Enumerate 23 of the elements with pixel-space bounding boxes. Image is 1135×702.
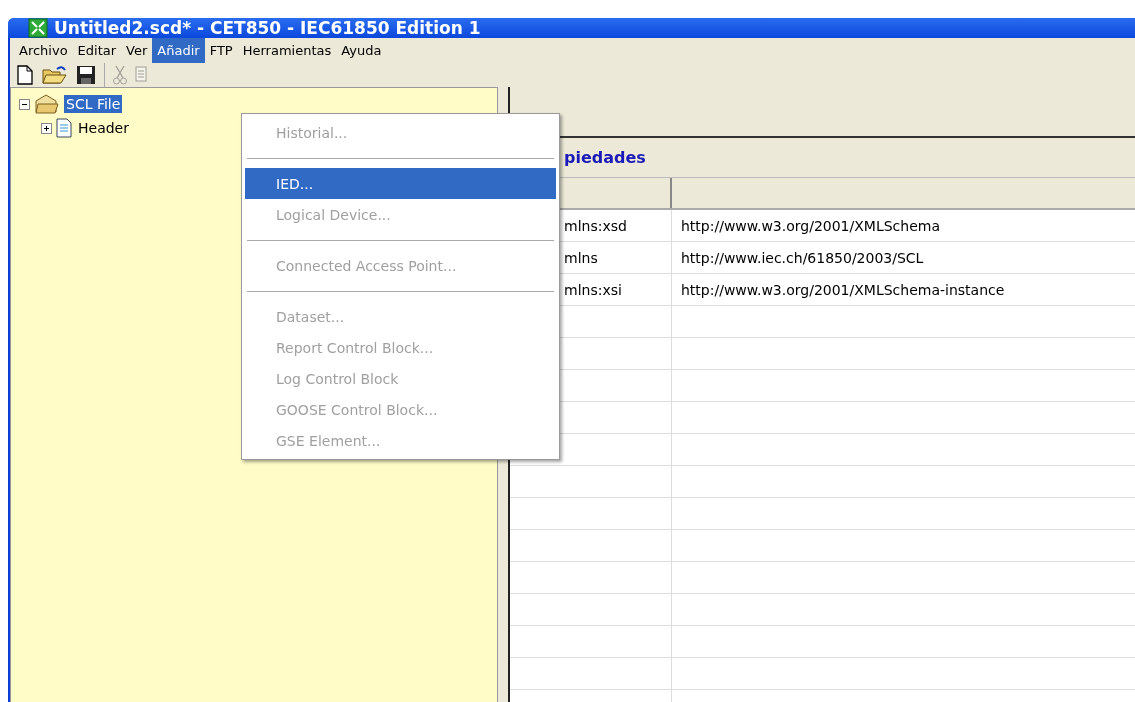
app-icon (28, 18, 48, 38)
menu-item[interactable]: Ayuda (336, 38, 387, 63)
document-icon (56, 118, 72, 138)
save-icon[interactable] (76, 65, 96, 85)
table-cell-text: http://www.w3.org/2001/XMLSchema-instance (680, 280, 1006, 300)
menu-item[interactable]: Ver (121, 38, 153, 63)
panel-title: piedades (564, 148, 646, 167)
menu-item[interactable]: FTP (204, 38, 238, 63)
menu-item[interactable]: Herramientas (237, 38, 337, 63)
menu-item[interactable]: Archivo (14, 38, 73, 63)
table-cell-text: http://www.iec.ch/61850/2003/SCL (680, 248, 925, 268)
menu-item[interactable]: Editar (72, 38, 122, 63)
folder-icon (34, 93, 60, 115)
menu-item[interactable]: Añadir (152, 38, 205, 63)
open-folder-icon[interactable] (42, 65, 68, 85)
menu-option[interactable]: IED... (245, 168, 556, 199)
table-cell-text: http://www.w3.org/2001/XMLSchema (680, 216, 941, 236)
collapse-icon[interactable] (19, 98, 30, 110)
tree-item[interactable]: SCL File (64, 95, 123, 113)
window-title: Untitled2.scd* - CET850 - IEC61850 Edition 1 (54, 18, 481, 38)
tree-item[interactable]: Header (76, 119, 131, 137)
expand-icon[interactable] (41, 122, 52, 134)
new-file-icon[interactable] (16, 65, 34, 85)
